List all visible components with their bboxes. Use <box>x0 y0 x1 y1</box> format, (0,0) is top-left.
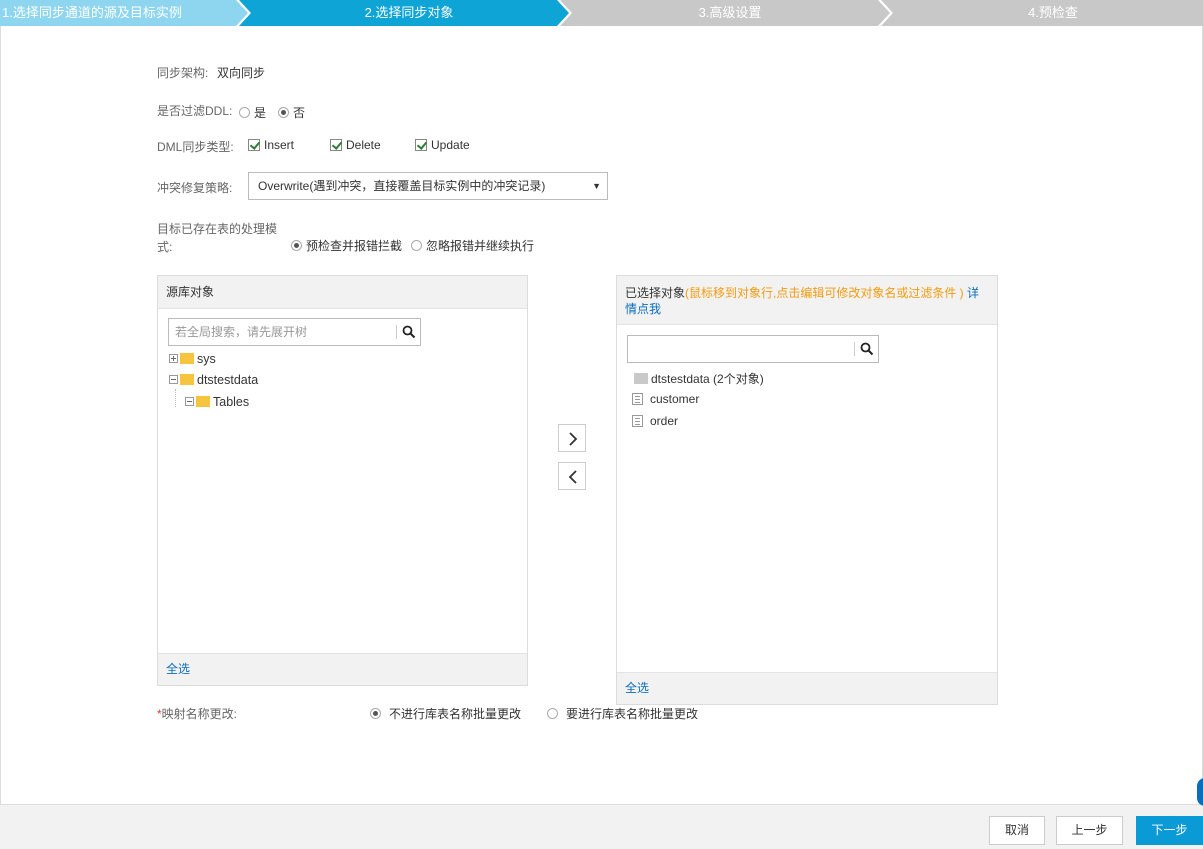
selected-node-dtstestdata-label: dtstestdata (2个对象) <box>651 372 764 386</box>
selected-node-order-label: order <box>650 414 679 428</box>
selected-objects-title: 已选择对象 <box>625 286 686 300</box>
source-objects-panel: 源库对象 若全局搜索，请先展开树 sys dtstestdata Tables … <box>157 275 528 686</box>
radio-icon[interactable] <box>278 107 289 118</box>
footer-bar: 取消 上一步 下一步 <box>0 804 1203 849</box>
step-4-label[interactable]: 4.预检查 <box>891 0 1203 26</box>
collapse-icon[interactable] <box>169 375 178 384</box>
tree-node-tables[interactable]: Tables <box>185 395 249 409</box>
detail-link-part1[interactable]: 详 <box>967 286 979 300</box>
step-2-label[interactable]: 2.选择同步对象 <box>249 0 569 26</box>
source-select-all-link[interactable]: 全选 <box>158 653 527 685</box>
ddl-option-no[interactable]: 否 <box>278 104 305 121</box>
checkbox-icon[interactable] <box>330 139 342 151</box>
dml-type-label: DML同步类型: <box>157 140 234 154</box>
mapping-option-change[interactable]: 要进行库表名称批量更改 <box>547 705 698 722</box>
ddl-option-yes-label: 是 <box>254 106 267 120</box>
existing-table-option-ignore[interactable]: 忽略报错并继续执行 <box>411 237 534 254</box>
floating-help-tab[interactable] <box>1197 778 1203 806</box>
move-right-button[interactable] <box>558 424 586 452</box>
radio-icon[interactable] <box>370 708 381 719</box>
search-divider <box>396 325 397 339</box>
radio-icon[interactable] <box>547 708 558 719</box>
tree-node-dtstestdata[interactable]: dtstestdata <box>169 373 258 387</box>
folder-icon <box>180 353 194 364</box>
search-icon[interactable] <box>402 325 416 339</box>
collapse-icon[interactable] <box>185 397 194 406</box>
expand-icon[interactable] <box>169 354 178 363</box>
tree-node-dtstestdata-label: dtstestdata <box>197 373 259 387</box>
existing-table-option-precheck[interactable]: 预检查并报错拦截 <box>291 237 402 254</box>
selected-node-customer-label: customer <box>650 392 700 406</box>
selected-node-dtstestdata[interactable]: dtstestdata (2个对象) <box>634 370 764 387</box>
source-search-placeholder: 若全局搜索，请先展开树 <box>175 325 308 339</box>
conflict-strategy-label: 冲突修复策略: <box>157 181 233 195</box>
existing-table-option-precheck-label: 预检查并报错拦截 <box>306 239 403 253</box>
table-icon <box>632 415 643 427</box>
selected-objects-header: 已选择对象(鼠标移到对象行,点击编辑可修改对象名或过滤条件 ) 详 情点我 <box>617 276 997 325</box>
prev-step-button[interactable]: 上一步 <box>1056 816 1123 845</box>
source-objects-title: 源库对象 <box>158 276 527 309</box>
step-3-label[interactable]: 3.高级设置 <box>570 0 890 26</box>
architecture-label: 同步架构: <box>157 66 209 80</box>
search-icon[interactable] <box>860 342 874 356</box>
conflict-strategy-select[interactable]: Overwrite(遇到冲突，直接覆盖目标实例中的冲突记录) ▼ <box>248 172 608 200</box>
search-divider <box>854 342 855 356</box>
dml-delete-checkbox[interactable]: Delete <box>330 138 381 152</box>
dropdown-arrow-icon: ▼ <box>592 181 601 191</box>
chevron-left-icon <box>568 470 577 484</box>
selected-search-input[interactable] <box>627 335 879 363</box>
tree-node-sys[interactable]: sys <box>169 352 216 366</box>
step-1-label[interactable]: 1.选择同步通道的源及目标实例 <box>0 0 200 26</box>
existing-table-label-line1: 目标已存在表的处理模 <box>157 222 278 236</box>
dml-insert-checkbox[interactable]: Insert <box>248 138 294 152</box>
mapping-label-text: 映射名称更改: <box>161 707 238 721</box>
mapping-option-no-change-label: 不进行库表名称批量更改 <box>389 707 522 721</box>
checkbox-icon[interactable] <box>248 139 260 151</box>
existing-table-option-ignore-label: 忽略报错并继续执行 <box>426 239 535 253</box>
table-icon <box>632 393 643 405</box>
dml-update-label: Update <box>431 138 470 152</box>
mapping-option-no-change[interactable]: 不进行库表名称批量更改 <box>370 705 521 722</box>
selected-objects-panel: 已选择对象(鼠标移到对象行,点击编辑可修改对象名或过滤条件 ) 详 情点我 dt… <box>616 275 998 705</box>
ddl-filter-label: 是否过滤DDL: <box>157 104 233 118</box>
conflict-strategy-value: Overwrite(遇到冲突，直接覆盖目标实例中的冲突记录) <box>258 179 546 193</box>
ddl-option-no-label: 否 <box>293 106 306 120</box>
tree-guide-line <box>175 389 176 407</box>
radio-icon[interactable] <box>411 240 422 251</box>
mapping-label: *映射名称更改: <box>157 705 237 722</box>
ddl-option-yes[interactable]: 是 <box>239 104 266 121</box>
radio-icon[interactable] <box>239 107 250 118</box>
tree-node-tables-label: Tables <box>213 395 250 409</box>
next-step-button[interactable]: 下一步 <box>1136 816 1203 845</box>
mapping-option-change-label: 要进行库表名称批量更改 <box>566 707 699 721</box>
source-search-input[interactable]: 若全局搜索，请先展开树 <box>168 318 421 346</box>
dml-delete-label: Delete <box>346 138 381 152</box>
dml-insert-label: Insert <box>264 138 295 152</box>
folder-icon <box>634 373 648 384</box>
cancel-button[interactable]: 取消 <box>989 816 1045 845</box>
detail-link-part2[interactable]: 情点我 <box>625 302 661 316</box>
tree-node-sys-label: sys <box>197 352 216 366</box>
folder-icon <box>196 396 210 407</box>
architecture-value: 双向同步 <box>217 66 266 80</box>
checkbox-icon[interactable] <box>415 139 427 151</box>
selected-select-all-link[interactable]: 全选 <box>617 672 997 704</box>
selected-node-customer[interactable]: customer <box>632 392 699 406</box>
selected-node-order[interactable]: order <box>632 414 678 428</box>
selected-objects-hint: (鼠标移到对象行,点击编辑可修改对象名或过滤条件 ) <box>685 286 964 300</box>
existing-table-label-line2: 式: <box>157 240 173 254</box>
folder-icon <box>180 374 194 385</box>
radio-icon[interactable] <box>291 240 302 251</box>
dml-update-checkbox[interactable]: Update <box>415 138 470 152</box>
move-left-button[interactable] <box>558 462 586 490</box>
chevron-right-icon <box>569 432 578 446</box>
steps-bar: 1.选择同步通道的源及目标实例 2.选择同步对象 3.高级设置 4.预检查 <box>0 0 1203 26</box>
